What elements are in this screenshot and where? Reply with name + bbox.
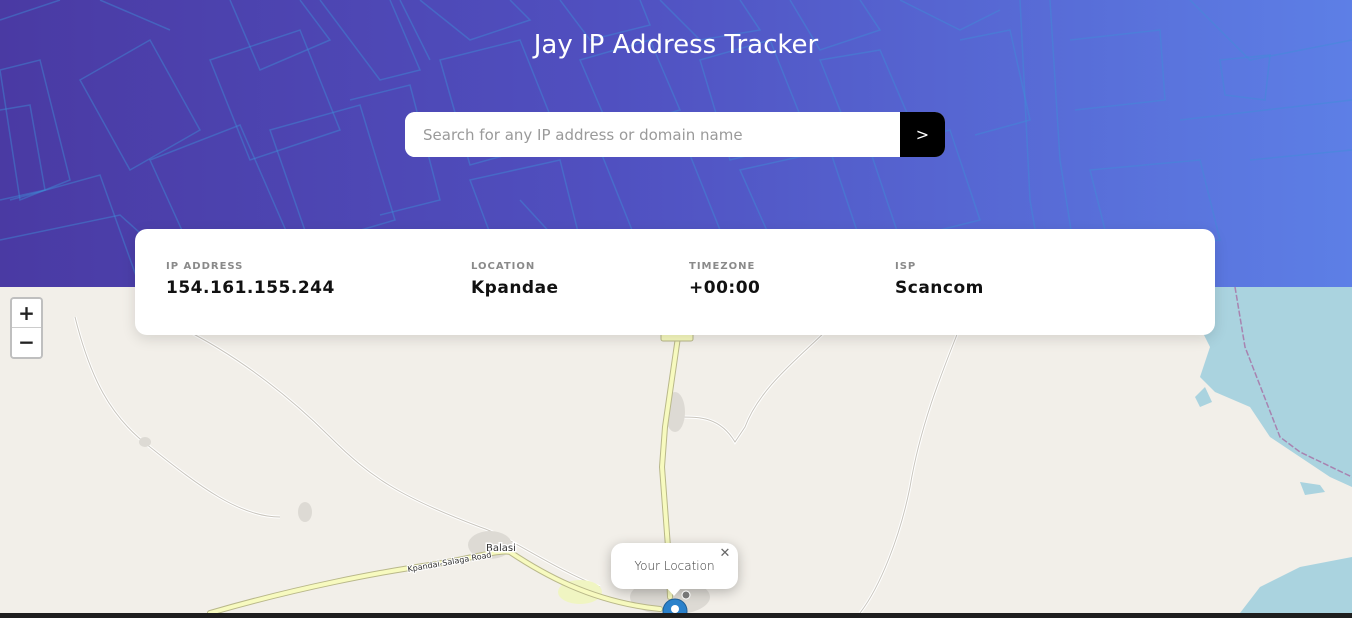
ip-info-card: IP ADDRESS 154.161.155.244 LOCATION Kpan… [135,229,1215,335]
page-title: Jay IP Address Tracker [533,30,819,60]
bottom-bar [0,613,1352,618]
zoom-control: + − [10,297,43,359]
zoom-in-button[interactable]: + [12,299,41,328]
ip-address-label: IP ADDRESS [166,261,244,272]
search-submit-button[interactable]: > [900,112,945,157]
lake [1195,287,1352,487]
ip-address-value: 154.161.155.244 [166,278,335,298]
zoom-out-button[interactable]: − [12,328,41,357]
location-value: Kpandae [471,278,559,298]
timezone-label: TIMEZONE [689,261,756,272]
ip-address-section: IP ADDRESS 154.161.155.244 [166,261,335,298]
popup-text: Your Location [634,559,715,573]
location-section: LOCATION Kpandae [471,261,559,298]
road-label: Kpandai-Salaga Road [407,550,492,574]
search-input[interactable] [405,112,900,157]
location-popup: Your Location ✕ [611,543,738,596]
isp-value: Scancom [895,278,984,298]
isp-label: ISP [895,261,917,272]
popup-tip [666,587,682,596]
search-bar: > [405,112,945,157]
location-label: LOCATION [471,261,536,272]
timezone-value: +00:00 [689,278,761,298]
close-icon[interactable]: ✕ [718,547,732,561]
map-poi-icon [681,590,691,600]
isp-section: ISP Scancom [895,261,984,298]
timezone-section: TIMEZONE +00:00 [689,261,760,298]
